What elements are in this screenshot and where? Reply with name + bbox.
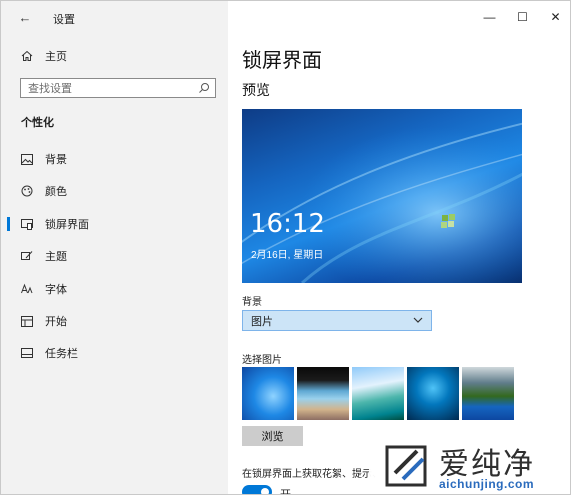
watermark-url: aichunjing.com <box>439 477 535 491</box>
page-title: 锁屏界面 <box>242 50 322 72</box>
image-icon <box>21 153 33 165</box>
sidebar-item-label: 字体 <box>45 284 67 296</box>
taskbar-icon <box>21 347 33 359</box>
sidebar: ← 设置 主页 查找设置 个性化 背景 颜色 锁屏界面 主题 字体 开始 任务栏 <box>1 1 228 494</box>
lock-screen-preview: 16:12 2月16日, 星期日 <box>242 109 522 283</box>
minimize-icon: — <box>483 10 496 24</box>
tips-toggle[interactable] <box>242 485 272 494</box>
search-placeholder: 查找设置 <box>28 83 72 95</box>
choose-picture-label: 选择图片 <box>242 355 282 366</box>
back-button[interactable]: ← <box>15 7 35 27</box>
sidebar-item-fonts[interactable]: 字体 <box>1 277 228 301</box>
thumbnail-beach-cave[interactable] <box>297 367 349 420</box>
sidebar-item-colors[interactable]: 颜色 <box>1 179 228 203</box>
thumbnail-underwater[interactable] <box>407 367 459 420</box>
home-icon <box>21 50 33 61</box>
toggle-knob <box>261 488 269 494</box>
section-heading: 个性化 <box>21 117 54 129</box>
close-button[interactable]: ✕ <box>539 1 570 33</box>
tips-label: 在锁屏界面上获取花絮、提示、 <box>242 469 382 480</box>
preview-time: 16:12 <box>250 209 325 239</box>
picture-thumbnails <box>242 367 514 420</box>
watermark-logo-icon <box>385 445 427 487</box>
selection-indicator <box>7 217 10 231</box>
window-title: 设置 <box>53 14 75 26</box>
search-input[interactable]: 查找设置 <box>20 78 216 98</box>
sidebar-item-label: 锁屏界面 <box>45 219 89 231</box>
preview-heading: 预览 <box>242 82 270 98</box>
sidebar-item-start[interactable]: 开始 <box>1 309 228 333</box>
background-dropdown-value: 图片 <box>251 315 273 328</box>
sidebar-item-taskbar[interactable]: 任务栏 <box>1 341 228 365</box>
sidebar-item-background[interactable]: 背景 <box>1 147 228 171</box>
sidebar-item-label: 开始 <box>45 316 67 328</box>
sidebar-item-themes[interactable]: 主题 <box>1 244 228 268</box>
preview-date: 2月16日, 星期日 <box>251 250 324 261</box>
main-content: — ☐ ✕ 锁屏界面 预览 16:12 2月16日, 星期日 背景 图片 选择图… <box>228 1 570 495</box>
chevron-down-icon <box>413 317 423 323</box>
maximize-icon: ☐ <box>517 10 528 24</box>
thumbnail-coast[interactable] <box>352 367 404 420</box>
back-arrow-icon: ← <box>18 9 32 25</box>
thumbnail-mountain-lake[interactable] <box>462 367 514 420</box>
sidebar-item-label: 颜色 <box>45 186 67 198</box>
browse-button[interactable]: 浏览 <box>242 426 303 446</box>
window-controls: — ☐ ✕ <box>473 1 570 33</box>
title-bar: ← 设置 <box>1 1 228 33</box>
font-icon <box>21 283 33 295</box>
close-icon: ✕ <box>550 10 561 24</box>
maximize-button[interactable]: ☐ <box>506 1 539 33</box>
background-dropdown[interactable]: 图片 <box>242 310 432 331</box>
toggle-state-label: 开 <box>280 489 291 495</box>
sidebar-item-label: 任务栏 <box>45 348 78 360</box>
settings-window: ← 设置 主页 查找设置 个性化 背景 颜色 锁屏界面 主题 字体 开始 任务栏… <box>0 0 571 495</box>
background-label: 背景 <box>242 297 262 308</box>
watermark: 爱纯净 aichunjing.com <box>369 433 570 494</box>
sidebar-item-lock-screen[interactable]: 锁屏界面 <box>1 212 228 236</box>
brush-icon <box>21 250 33 262</box>
thumbnail-windows-blue[interactable] <box>242 367 294 420</box>
start-icon <box>21 315 33 327</box>
minimize-button[interactable]: — <box>473 1 506 33</box>
lock-screen-icon <box>21 218 33 230</box>
sidebar-item-home[interactable]: 主页 <box>1 45 228 67</box>
sidebar-item-label: 背景 <box>45 154 67 166</box>
search-icon <box>199 83 209 93</box>
home-label: 主页 <box>45 51 67 63</box>
palette-icon <box>21 185 33 197</box>
sidebar-item-label: 主题 <box>45 251 67 263</box>
